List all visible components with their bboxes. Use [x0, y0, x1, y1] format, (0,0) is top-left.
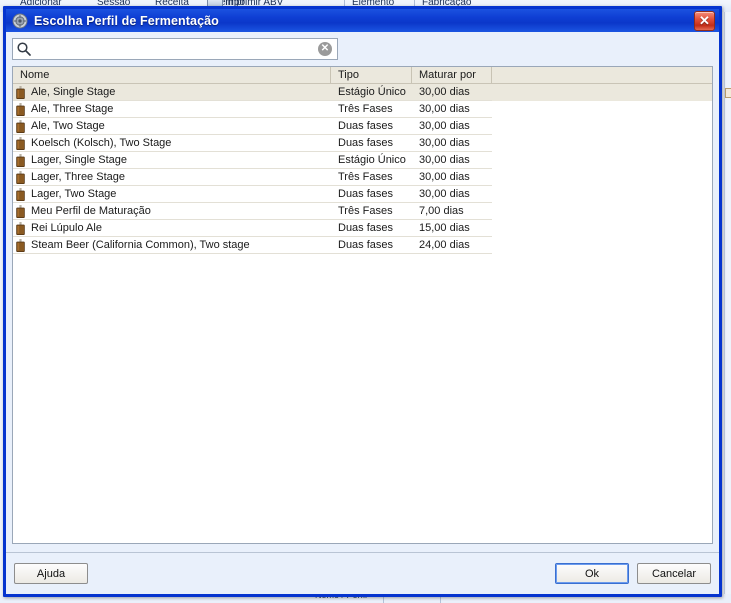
search-icon — [16, 41, 32, 57]
profile-name: Lager, Single Stage — [31, 153, 128, 166]
cell-nome: Steam Beer (California Common), Two stag… — [13, 237, 331, 254]
cell-maturar-por: 30,00 dias — [412, 152, 492, 169]
cell-nome: Ale, Three Stage — [13, 101, 331, 118]
cancel-button[interactable]: Cancelar — [637, 563, 711, 584]
close-icon[interactable]: ✕ — [694, 10, 715, 31]
bottle-icon — [16, 187, 25, 201]
cell-tipo: Estágio Único — [331, 152, 412, 169]
table-row[interactable]: Ale, Three Stage Três Fases 30,00 dias — [13, 101, 712, 118]
cell-nome: Lager, Single Stage — [13, 152, 331, 169]
profile-name: Steam Beer (California Common), Two stag… — [31, 238, 250, 251]
cell-tipo: Duas fases — [331, 186, 412, 203]
profile-name: Ale, Single Stage — [31, 85, 116, 98]
profile-name: Koelsch (Kolsch), Two Stage — [31, 136, 172, 149]
table-row[interactable]: Ale, Two Stage Duas fases 30,00 dias — [13, 118, 712, 135]
profile-list-panel[interactable]: Nome Tipo Maturar por Ale, Single Stage E… — [12, 66, 713, 544]
cell-filler — [492, 101, 712, 118]
close-glyph: ✕ — [699, 13, 710, 28]
bottle-icon — [16, 221, 25, 235]
cell-nome: Lager, Three Stage — [13, 169, 331, 186]
search-box[interactable]: ✕ — [12, 38, 338, 60]
search-input[interactable] — [32, 40, 318, 58]
cell-maturar-por: 15,00 dias — [412, 220, 492, 237]
column-header-nome[interactable]: Nome — [13, 67, 331, 83]
cell-maturar-por: 30,00 dias — [412, 118, 492, 135]
bottle-icon — [16, 136, 25, 150]
cell-nome: Lager, Two Stage — [13, 186, 331, 203]
profile-name: Meu Perfil de Maturação — [31, 204, 151, 217]
cell-filler — [492, 152, 712, 169]
cell-tipo: Duas fases — [331, 118, 412, 135]
table-row[interactable]: Ale, Single Stage Estágio Único 30,00 dias — [13, 84, 712, 101]
list-header-row: Nome Tipo Maturar por — [13, 67, 712, 84]
dialog-titlebar[interactable]: Escolha Perfil de Fermentação ✕ — [6, 9, 719, 32]
cell-tipo: Estágio Único — [331, 84, 412, 101]
table-row[interactable]: Meu Perfil de Maturação Três Fases 7,00 di… — [13, 203, 712, 220]
bottle-icon — [16, 170, 25, 184]
bottle-icon — [16, 102, 25, 116]
column-header-maturar-por[interactable]: Maturar por — [412, 67, 492, 83]
bottle-icon — [16, 85, 25, 99]
cell-tipo: Três Fases — [331, 101, 412, 118]
profile-name: Lager, Two Stage — [31, 187, 117, 200]
cell-filler — [492, 118, 712, 135]
profile-list-rows: Ale, Single Stage Estágio Único 30,00 dias… — [13, 84, 712, 254]
cell-nome: Rei Lúpulo Ale — [13, 220, 331, 237]
cell-maturar-por: 7,00 dias — [412, 203, 492, 220]
bottle-icon — [16, 204, 25, 218]
table-row[interactable]: Steam Beer (California Common), Two stag… — [13, 237, 712, 254]
cell-filler — [492, 84, 712, 101]
cell-maturar-por: 30,00 dias — [412, 169, 492, 186]
profile-name: Ale, Two Stage — [31, 119, 105, 132]
ok-button[interactable]: Ok — [555, 563, 629, 584]
clear-glyph: ✕ — [320, 43, 330, 54]
background-list-icon — [725, 88, 731, 98]
fermentation-profile-icon — [12, 13, 28, 29]
dialog-title: Escolha Perfil de Fermentação — [34, 13, 219, 28]
cell-maturar-por: 24,00 dias — [412, 237, 492, 254]
cell-tipo: Três Fases — [331, 169, 412, 186]
clear-icon[interactable]: ✕ — [318, 42, 332, 56]
profile-name: Lager, Three Stage — [31, 170, 125, 183]
cell-nome: Ale, Single Stage — [13, 84, 331, 101]
background-right-panel — [724, 12, 731, 594]
cell-maturar-por: 30,00 dias — [412, 135, 492, 152]
bottle-icon — [16, 119, 25, 133]
dialog-footer: Ajuda Ok Cancelar — [6, 552, 719, 594]
cell-tipo: Três Fases — [331, 203, 412, 220]
cell-tipo: Duas fases — [331, 135, 412, 152]
profile-name: Rei Lúpulo Ale — [31, 221, 102, 234]
cell-filler — [492, 135, 712, 152]
cell-nome: Meu Perfil de Maturação — [13, 203, 331, 220]
fermentation-profile-dialog: Escolha Perfil de Fermentação ✕ ✕ Nome T… — [3, 6, 722, 597]
cell-filler — [492, 169, 712, 186]
table-row[interactable]: Koelsch (Kolsch), Two Stage Duas fases 30,… — [13, 135, 712, 152]
column-header-filler — [492, 67, 712, 83]
cell-filler — [492, 203, 712, 220]
cell-tipo: Duas fases — [331, 220, 412, 237]
dialog-body: ✕ Nome Tipo Maturar por Ale, Single Stag… — [6, 32, 719, 552]
help-button[interactable]: Ajuda — [14, 563, 88, 584]
cell-nome: Koelsch (Kolsch), Two Stage — [13, 135, 331, 152]
cell-maturar-por: 30,00 dias — [412, 186, 492, 203]
cell-maturar-por: 30,00 dias — [412, 101, 492, 118]
table-row[interactable]: Lager, Single Stage Estágio Único 30,00 di… — [13, 152, 712, 169]
profile-name: Ale, Three Stage — [31, 102, 114, 115]
cell-nome: Ale, Two Stage — [13, 118, 331, 135]
table-row[interactable]: Lager, Two Stage Duas fases 30,00 dias — [13, 186, 712, 203]
cell-maturar-por: 30,00 dias — [412, 84, 492, 101]
cell-filler — [492, 186, 712, 203]
table-row[interactable]: Lager, Three Stage Três Fases 30,00 dias — [13, 169, 712, 186]
column-header-tipo[interactable]: Tipo — [331, 67, 412, 83]
cell-filler — [492, 237, 712, 254]
cell-filler — [492, 220, 712, 237]
cell-tipo: Duas fases — [331, 237, 412, 254]
table-row[interactable]: Rei Lúpulo Ale Duas fases 15,00 dias — [13, 220, 712, 237]
bottle-icon — [16, 238, 25, 252]
bottle-icon — [16, 153, 25, 167]
